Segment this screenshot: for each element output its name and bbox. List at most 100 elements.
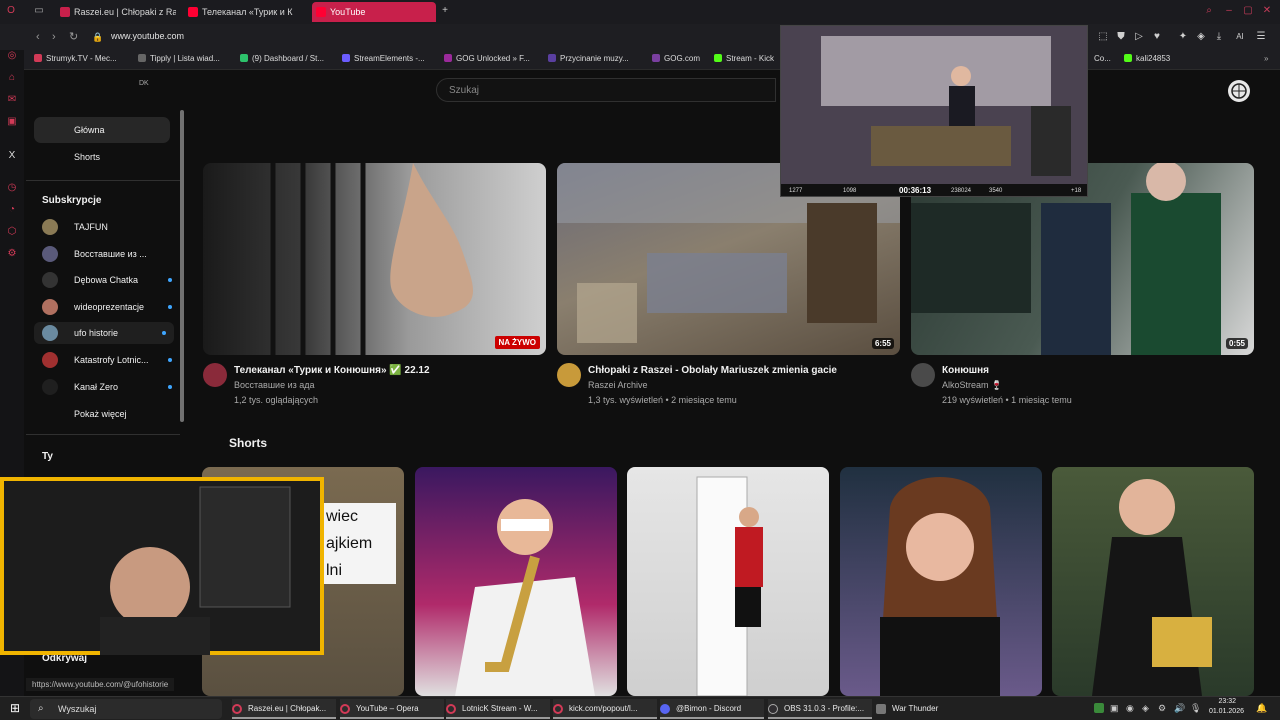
bookmark-item[interactable]: Przycinanie muzy... <box>548 54 629 63</box>
taskbar-app[interactable]: YouTube – Opera <box>340 699 444 719</box>
bookmark-item[interactable]: Strumyk.TV - Mec... <box>34 54 117 63</box>
messenger-icon[interactable]: ✉ <box>6 94 18 106</box>
tray-app-icon[interactable]: ◈ <box>1142 703 1149 714</box>
you-heading[interactable]: Ty <box>42 451 53 462</box>
tab-raszei[interactable]: Raszei.eu | Chłopaki z Ras <box>56 2 176 22</box>
tab-overview-icon[interactable]: ▭ <box>34 6 44 16</box>
video-thumbnail[interactable]: NA ŻYWO <box>203 163 546 355</box>
nav-shorts[interactable]: Shorts <box>34 144 170 170</box>
forward-icon[interactable]: › <box>52 31 56 43</box>
bookmark-item[interactable]: GOG.com <box>652 54 700 63</box>
aria-icon[interactable]: ◎ <box>6 50 18 62</box>
short-thumbnail[interactable] <box>1052 467 1254 696</box>
subscription-item-hovered[interactable]: ufo historie <box>34 322 174 344</box>
play-icon[interactable]: ▷ <box>1134 32 1144 42</box>
subscription-item[interactable]: TAJFUN <box>40 216 180 238</box>
bookmark-item[interactable]: GOG Unlocked » F... <box>444 54 530 63</box>
video-channel[interactable]: Восставшие из ада <box>234 380 315 390</box>
chrome-tray-icon[interactable]: ◉ <box>1126 703 1134 714</box>
video-meta: 1,3 tys. wyświetleń • 2 miesiące temu <box>588 395 737 405</box>
easy-setup-icon[interactable]: ☰ <box>1256 32 1266 42</box>
history-icon[interactable]: ◷ <box>6 182 18 194</box>
search-tabs-icon[interactable]: ⌕ <box>1204 6 1214 16</box>
bookmark-item[interactable]: kali24853 <box>1124 54 1170 63</box>
video-title[interactable]: Конюшня <box>942 365 989 376</box>
maximize-icon[interactable]: ▢ <box>1243 6 1253 16</box>
stream-pip-overlay: 1277 1098 00:36:13 238024 3540 +18 <box>780 25 1088 197</box>
snapshot-icon[interactable]: ⬚ <box>1098 32 1108 42</box>
speaker-icon[interactable]: 🔊 <box>1174 703 1185 714</box>
clock-date[interactable]: 01.01.2026 <box>1200 708 1244 715</box>
channel-avatar[interactable] <box>203 363 227 387</box>
bookmark-item[interactable]: StreamElements -... <box>342 54 425 63</box>
ai-button[interactable]: AI <box>1232 32 1248 42</box>
channel-avatar <box>42 299 58 315</box>
caption-line: ajkiem <box>326 535 373 552</box>
short-thumbnail[interactable] <box>627 467 829 696</box>
video-duration: 6:55 <box>871 338 894 349</box>
download-icon[interactable]: ⤓ <box>1214 32 1224 42</box>
x-twitter-icon[interactable]: X <box>6 150 18 162</box>
subscription-item[interactable]: Dębowa Chatka <box>40 269 180 291</box>
heart-icon[interactable]: ♥ <box>1152 32 1162 42</box>
subscription-item[interactable]: wideoprezentacje <box>40 296 180 318</box>
subscriptions-heading[interactable]: Subskrypcje <box>42 195 101 206</box>
url-field[interactable]: www.youtube.com <box>111 31 184 41</box>
tab-youtube-active[interactable]: YouTube <box>312 2 436 22</box>
video-title[interactable]: Chłopaki z Raszei - Obolały Mariuszek zm… <box>588 365 837 376</box>
new-tab-icon[interactable]: + <box>440 6 450 16</box>
tray-app-icon[interactable]: ▣ <box>1110 703 1119 714</box>
taskbar-app[interactable]: Raszei.eu | Chłopak... <box>232 699 336 719</box>
extensions-icon[interactable]: ✦ <box>1178 32 1188 42</box>
notifications-icon[interactable]: 🔔 <box>1256 703 1267 714</box>
short-thumbnail[interactable] <box>415 467 617 696</box>
taskbar-app-label: OBS 31.0.3 - Profile:... <box>784 704 865 713</box>
short-thumbnail[interactable] <box>840 467 1042 696</box>
channel-avatar <box>42 352 58 368</box>
channel-avatar <box>42 272 58 288</box>
opera-menu-icon[interactable]: O <box>6 6 16 16</box>
bookmark-item[interactable]: Stream - Kick <box>714 54 774 63</box>
tray-app-icon[interactable] <box>1094 703 1104 713</box>
nav-home[interactable]: Główna <box>34 117 170 143</box>
taskbar-app[interactable]: OBS 31.0.3 - Profile:... <box>768 699 872 719</box>
player-icon[interactable]: ▣ <box>6 116 18 128</box>
bookmark-item[interactable]: Co... <box>1094 54 1111 63</box>
tab-youtube-live[interactable]: Телеканал «Турик и К <box>184 2 304 22</box>
video-channel[interactable]: Raszei Archive <box>588 380 648 390</box>
subscription-item[interactable]: Katastrofy Lotnic... <box>40 349 180 371</box>
speed-dial-icon[interactable]: ⌂ <box>6 72 18 84</box>
taskbar-app[interactable]: War Thunder <box>876 699 980 719</box>
bookmark-label: StreamElements -... <box>354 54 425 63</box>
video-title[interactable]: Телеканал «Турик и Конюшня» ✅ 22.12 <box>234 365 430 376</box>
back-icon[interactable]: ‹ <box>36 31 40 43</box>
sidebar-scrollbar[interactable] <box>180 110 184 422</box>
taskbar-search[interactable]: ⌕ Wyszukaj <box>30 699 222 719</box>
vpn-icon[interactable]: ◈ <box>1196 32 1206 42</box>
show-more-button[interactable]: Pokaż więcej <box>40 403 180 425</box>
tray-app-icon[interactable]: ⚙ <box>1158 703 1166 714</box>
taskbar-app[interactable]: LotnicK Stream - W... <box>446 699 550 719</box>
minimize-icon[interactable]: – <box>1224 6 1234 16</box>
adblock-icon[interactable]: ⛊ <box>1116 32 1126 42</box>
subscription-item[interactable]: Восставшие из ... <box>40 243 180 265</box>
video-channel[interactable]: AlkoStream 🍷 <box>942 380 1002 391</box>
live-indicator-icon <box>168 305 172 309</box>
channel-avatar[interactable] <box>557 363 581 387</box>
bookmarks-overflow-icon[interactable]: » <box>1264 54 1268 63</box>
account-avatar[interactable] <box>1228 80 1250 102</box>
start-icon[interactable]: ⊞ <box>10 702 20 714</box>
search-input[interactable]: Szukaj <box>436 78 776 102</box>
subscription-item[interactable]: Kanał Zero <box>40 376 180 398</box>
clock-time[interactable]: 23:32 <box>1206 698 1236 705</box>
bookmark-item[interactable]: (9) Dashboard / St... <box>240 54 324 63</box>
channel-avatar[interactable] <box>911 363 935 387</box>
taskbar-app[interactable]: @Bimon - Discord <box>660 699 764 719</box>
settings-icon[interactable]: ⚙ <box>6 248 18 260</box>
close-window-icon[interactable]: ✕ <box>1262 6 1272 16</box>
taskbar-app[interactable]: kick.com/popout/l... <box>553 699 657 719</box>
reload-icon[interactable]: ↻ <box>69 31 78 43</box>
bookmark-item[interactable]: Tipply | Lista wiad... <box>138 54 220 63</box>
clock-icon[interactable]: ◔ <box>6 204 18 216</box>
pinboard-icon[interactable]: ⬡ <box>6 226 18 238</box>
